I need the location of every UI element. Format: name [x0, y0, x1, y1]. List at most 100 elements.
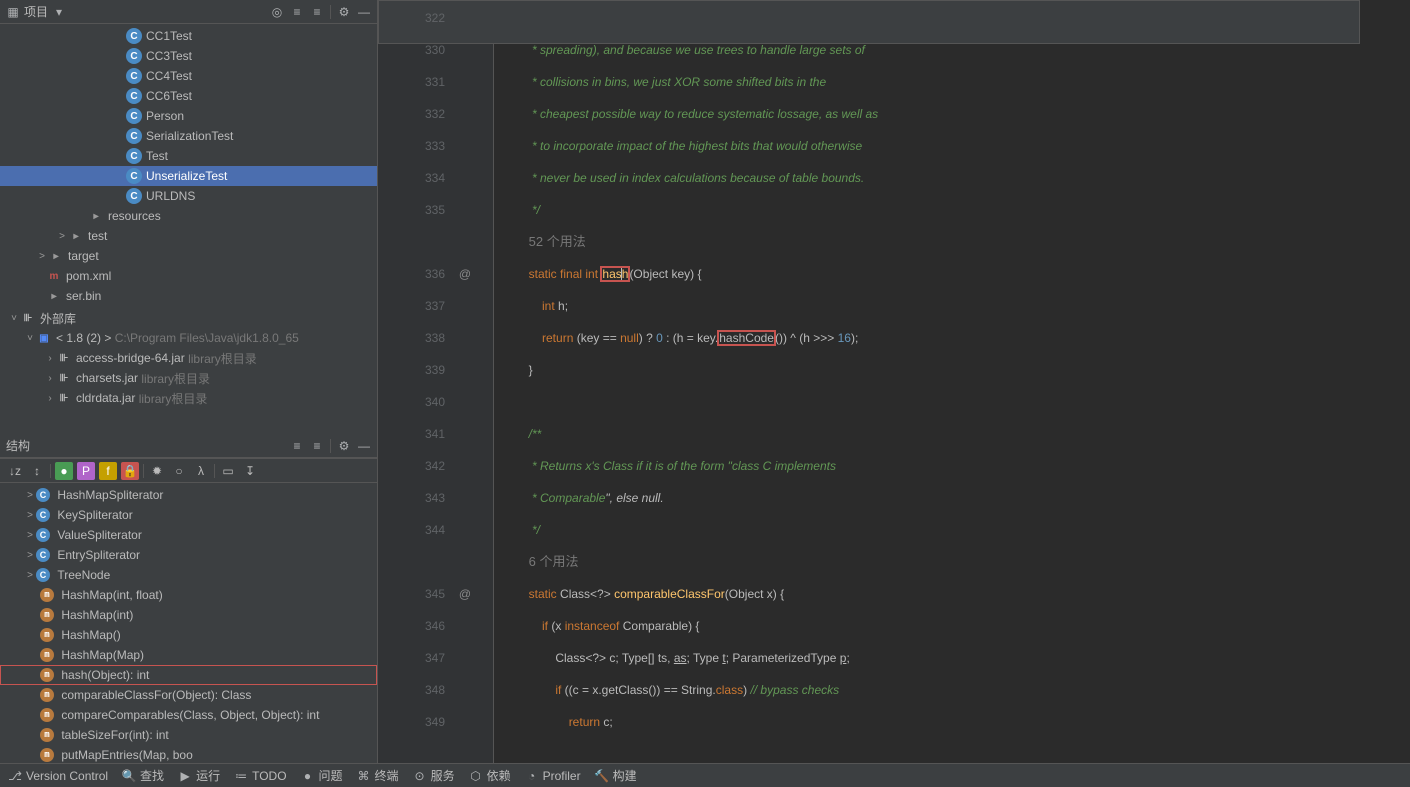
gear-icon[interactable]: ⚙ [337, 5, 351, 19]
find-button[interactable]: 🔍查找 [122, 767, 164, 784]
terminal-icon: ⌘ [357, 769, 371, 783]
filter-icon[interactable]: f [99, 462, 117, 480]
jdk-row[interactable]: ˅▣< 1.8 (2) > C:\Program Files\Java\jdk1… [0, 328, 377, 348]
class-icon: C [126, 188, 142, 204]
structure-row[interactable]: m compareComparables(Class, Object, Obje… [0, 705, 377, 725]
services-button[interactable]: ⊙服务 [413, 767, 455, 784]
filter-icon[interactable]: λ [192, 462, 210, 480]
structure-row[interactable]: m putMapEntries(Map, boo [0, 745, 377, 763]
method-icon: m [40, 748, 54, 762]
hide-icon[interactable]: — [357, 5, 371, 19]
tree-row[interactable]: CURLDNS [0, 186, 377, 206]
tree-row[interactable]: >▸test [0, 226, 377, 246]
structure-row[interactable]: >C HashMapSpliterator [0, 485, 377, 505]
terminal-button[interactable]: ⌘终端 [357, 767, 399, 784]
method-icon: m [40, 708, 54, 722]
structure-row[interactable]: >C ValueSpliterator [0, 525, 377, 545]
filter-icon[interactable]: P [77, 462, 95, 480]
project-tree[interactable]: CCC1TestCCC3TestCCC4TestCCC6TestCPersonC… [0, 24, 377, 434]
code-area[interactable]: * to lower. Because the table uses power… [494, 0, 1410, 763]
jar-icon: ⊪ [56, 390, 72, 406]
sort-icon[interactable]: ↕ [28, 462, 46, 480]
structure-title: 结构 [6, 437, 30, 454]
file-label: SerializationTest [146, 129, 233, 143]
collapse-icon[interactable]: ≡ [310, 5, 324, 19]
deps-button[interactable]: ⬡依赖 [469, 767, 511, 784]
profiler-button[interactable]: ◔Profiler [525, 769, 581, 783]
structure-row[interactable]: m tableSizeFor(int): int [0, 725, 377, 745]
expand-icon[interactable]: ≡ [290, 439, 304, 453]
structure-row[interactable]: m HashMap(Map) [0, 645, 377, 665]
structure-row[interactable]: >C TreeNode [0, 565, 377, 585]
class-icon: C [126, 108, 142, 124]
jar-label: charsets.jar [76, 371, 138, 385]
separator [143, 464, 144, 478]
structure-row[interactable]: m HashMap(int, float) [0, 585, 377, 605]
file-label: Person [146, 109, 184, 123]
gear-icon[interactable]: ⚙ [337, 439, 351, 453]
todo-button[interactable]: ≔TODO [234, 769, 286, 783]
expand-icon[interactable]: ≡ [290, 5, 304, 19]
class-icon: C [126, 128, 142, 144]
structure-label: HashMap(int) [61, 608, 133, 622]
file-label: CC3Test [146, 49, 192, 63]
filter-icon[interactable]: ○ [170, 462, 188, 480]
target-icon[interactable]: ◎ [270, 5, 284, 19]
build-button[interactable]: 🔨构建 [595, 767, 637, 784]
hide-icon[interactable]: — [357, 439, 371, 453]
bottom-toolbar: ⎇Version Control 🔍查找 ▶运行 ≔TODO ●问题 ⌘终端 ⊙… [0, 763, 1410, 787]
problems-button[interactable]: ●问题 [301, 767, 343, 784]
method-icon: m [40, 608, 54, 622]
gutter[interactable]: 322330331332333334335336@337338339340341… [378, 0, 494, 763]
tree-row[interactable]: mpom.xml [0, 266, 377, 286]
file-label: test [88, 229, 107, 243]
structure-row[interactable]: m HashMap(int) [0, 605, 377, 625]
method-icon: m [40, 688, 54, 702]
tree-row[interactable]: CUnserializeTest [0, 166, 377, 186]
separator [330, 439, 331, 453]
jar-row[interactable]: ›⊪access-bridge-64.jar library根目录 [0, 348, 377, 368]
filter-icon[interactable]: 🔒 [121, 462, 139, 480]
structure-row[interactable]: m HashMap() [0, 625, 377, 645]
collapse-icon[interactable]: ≡ [310, 439, 324, 453]
chevron-down-icon[interactable]: ▾ [52, 5, 66, 19]
code-editor[interactable]: 322330331332333334335336@337338339340341… [378, 0, 1410, 763]
structure-row[interactable]: >C KeySpliterator [0, 505, 377, 525]
jar-row[interactable]: ›⊪charsets.jar library根目录 [0, 368, 377, 388]
sort-icon[interactable]: ↓z [6, 462, 24, 480]
structure-row[interactable]: m comparableClassFor(Object): Class [0, 685, 377, 705]
jar-row[interactable]: ›⊪cldrdata.jar library根目录 [0, 388, 377, 408]
structure-label: KeySpliterator [57, 508, 132, 522]
filter-icon[interactable]: ✹ [148, 462, 166, 480]
method-icon: m [40, 728, 54, 742]
jar-tag: library根目录 [188, 350, 257, 367]
jar-label: access-bridge-64.jar [76, 351, 185, 365]
tree-row[interactable]: C SerializationTest [0, 126, 377, 146]
tree-row[interactable]: CCC6Test [0, 86, 377, 106]
filter-icon[interactable]: ↧ [241, 462, 259, 480]
tree-row[interactable]: CTest [0, 146, 377, 166]
chevron-icon: > [24, 530, 36, 541]
jar-icon: ⊪ [56, 370, 72, 386]
tree-row[interactable]: C CC3Test [0, 46, 377, 66]
vcs-button[interactable]: ⎇Version Control [8, 769, 108, 783]
tree-row[interactable]: CCC1Test [0, 26, 377, 46]
structure-row[interactable]: >C EntrySpliterator [0, 545, 377, 565]
run-button[interactable]: ▶运行 [178, 767, 220, 784]
structure-row[interactable]: m hash(Object): int [0, 665, 377, 685]
class-icon: C [126, 48, 142, 64]
tree-row[interactable]: ▸ser.bin [0, 286, 377, 306]
external-libs[interactable]: ˅⊪外部库 [0, 308, 377, 328]
chevron-icon: > [24, 510, 36, 521]
tree-row[interactable]: >▸target [0, 246, 377, 266]
filter-icon[interactable]: ▭ [219, 462, 237, 480]
file-label: target [68, 249, 99, 263]
chevron-icon: > [56, 231, 68, 242]
tree-row[interactable]: CCC4Test [0, 66, 377, 86]
tree-row[interactable]: ▸resources [0, 206, 377, 226]
class-icon: C [126, 28, 142, 44]
separator [214, 464, 215, 478]
filter-icon[interactable]: ● [55, 462, 73, 480]
class-icon: C [36, 568, 50, 582]
tree-row[interactable]: C Person [0, 106, 377, 126]
